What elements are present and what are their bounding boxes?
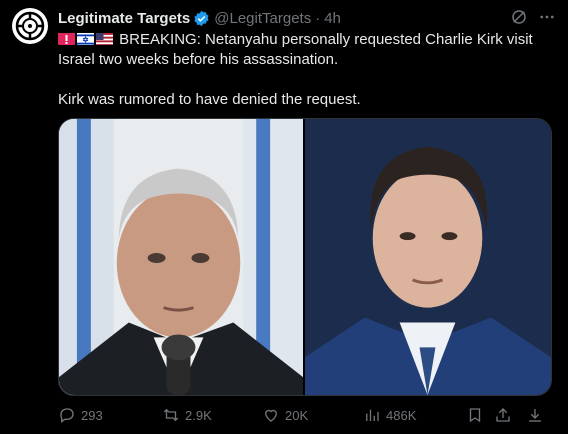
tweet-text-spacer [58,70,538,90]
views-count: 486K [386,407,417,423]
tweet[interactable]: Legitimate Targets @LegitTargets · 4h BR… [0,0,568,434]
photo-left[interactable] [59,119,303,395]
download-icon [529,409,541,422]
like-count: 20K [285,407,309,423]
views-chart-icon [366,409,379,421]
reply-button[interactable]: 293 [58,404,103,426]
tweet-header: Legitimate Targets @LegitTargets · 4h [58,8,341,28]
share-button[interactable] [494,404,517,426]
reply-icon [60,408,74,423]
tweet-text-line-2: Israel two weeks before his assassinatio… [58,51,339,68]
heart-icon [265,409,277,422]
separator-dot: · [315,9,321,27]
crosshair-logo-icon [15,11,45,41]
share-icon [496,408,510,422]
tweet-text-line-1: BREAKING: Netanyahu personally requested… [58,30,538,50]
views-button[interactable]: 486K [363,404,416,426]
display-name[interactable]: Legitimate Targets [58,10,190,27]
bookmark-button[interactable] [466,404,489,426]
repost-button[interactable]: 2.9K [162,404,212,426]
photo-kirk [305,119,551,395]
timestamp[interactable]: 4h [324,10,341,27]
bookmark-icon [469,408,481,423]
grok-icon[interactable] [510,8,528,26]
action-bar: 293 2.9K 20K 486K [58,404,552,426]
more-options-icon[interactable] [538,8,556,26]
flag-icon-usa [96,32,113,45]
flag-icon-israel [77,32,94,45]
flag-icon-alert [58,32,75,45]
like-button[interactable]: 20K [262,404,308,426]
repost-count: 2.9K [185,407,212,423]
reply-count: 293 [81,407,103,423]
download-button[interactable] [526,404,549,426]
verified-badge-icon [194,10,209,26]
tweet-text: BREAKING: Netanyahu personally requested… [58,30,538,110]
avatar[interactable] [12,8,48,44]
user-handle[interactable]: @LegitTargets [214,10,311,27]
repost-icon [163,408,179,422]
tweet-text-breaking: BREAKING: Netanyahu personally requested… [119,31,533,48]
tweet-media[interactable] [58,118,552,396]
top-actions [510,8,556,26]
tweet-text-line-3: Kirk was rumored to have denied the requ… [58,91,361,108]
photo-right[interactable] [305,119,551,395]
photo-netanyahu [59,119,303,395]
